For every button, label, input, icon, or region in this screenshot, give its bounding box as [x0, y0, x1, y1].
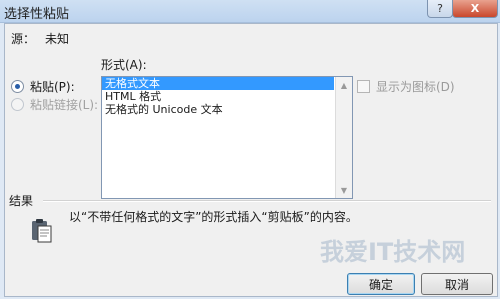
scroll-up-arrow-icon[interactable]: ▲ [336, 77, 352, 93]
display-as-icon-label: 显示为图标(D) [376, 80, 455, 94]
list-scrollbar[interactable]: ▲ ▼ [335, 77, 352, 198]
clipboard-icon [32, 219, 52, 243]
source-row: 源： 未知 [11, 30, 69, 47]
cancel-button[interactable]: 取消 [421, 273, 493, 295]
paste-link-radio[interactable] [11, 98, 24, 111]
scroll-down-arrow-icon[interactable]: ▼ [336, 182, 352, 198]
display-as-icon-option[interactable]: 显示为图标(D) [357, 78, 455, 95]
paste-radio-option[interactable]: 粘贴(P): [11, 78, 75, 95]
title-bar: 选择性粘贴 ? X [0, 0, 500, 23]
paste-radio-label: 粘贴(P): [30, 80, 75, 94]
ok-button-label: 确定 [368, 277, 393, 292]
paste-special-dialog: 源： 未知 形式(A): 粘贴(P): 粘贴链接(L): 无格式文本 HTML 格… [4, 23, 498, 297]
source-value: 未知 [45, 32, 70, 46]
format-list-item[interactable]: 无格式文本 [102, 77, 334, 90]
paste-link-radio-option[interactable]: 粘贴链接(L): [11, 96, 98, 113]
close-button[interactable]: X [452, 0, 498, 18]
paste-radio[interactable] [11, 80, 24, 93]
format-listbox[interactable]: 无格式文本 HTML 格式 无格式的 Unicode 文本 ▲ ▼ [101, 76, 353, 199]
result-label: 结果 [9, 194, 34, 208]
format-label: 形式(A): [101, 58, 147, 72]
radio-selected-dot [15, 84, 20, 89]
result-separator [43, 200, 491, 202]
close-icon: X [470, 2, 480, 15]
display-as-icon-checkbox[interactable] [357, 80, 370, 93]
format-list-item[interactable]: HTML 格式 [102, 90, 334, 103]
ok-button[interactable]: 确定 [347, 273, 415, 295]
format-list-item[interactable]: 无格式的 Unicode 文本 [102, 103, 334, 116]
result-description: 以“不带任何格式的文字”的形式插入“剪贴板”的内容。 [69, 210, 358, 224]
source-label: 源： [11, 32, 36, 46]
paste-link-radio-label: 粘贴链接(L): [30, 98, 99, 112]
help-icon: ? [437, 2, 443, 15]
help-button[interactable]: ? [427, 0, 453, 18]
cancel-button-label: 取消 [444, 277, 469, 292]
window-title: 选择性粘贴 [4, 7, 70, 22]
format-list: 无格式文本 HTML 格式 无格式的 Unicode 文本 [102, 77, 334, 116]
